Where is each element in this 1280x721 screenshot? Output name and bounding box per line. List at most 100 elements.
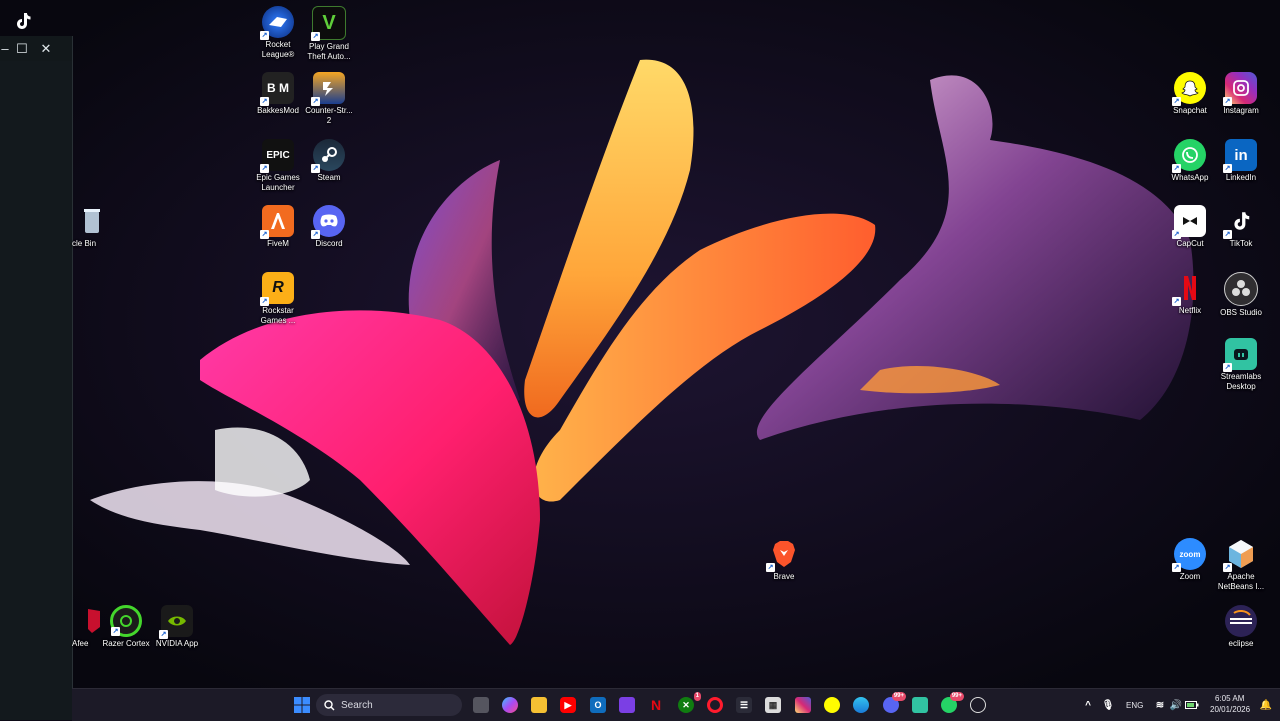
nvidia-app-label: NVIDIA App (155, 639, 199, 648)
notifications-bell-icon[interactable]: 🔔 (1258, 697, 1274, 713)
zoom-label: Zoom (1179, 572, 1201, 581)
linkedin-icon: in ↗ (1223, 139, 1257, 173)
netflix-label: Netflix (1178, 306, 1202, 315)
volume-icon[interactable]: 🔊 (1168, 697, 1184, 713)
desktop-icon-tiktok[interactable]: ↗ TikTok (1215, 205, 1267, 249)
proton-vpn-icon[interactable] (619, 697, 635, 713)
rockstar-label: Rockstar Games ... (260, 306, 296, 325)
opera-gx-icon[interactable] (707, 697, 723, 713)
chatgpt-icon[interactable] (970, 697, 986, 713)
eclipse-icon (1225, 605, 1257, 637)
razer-cortex-icon: ↗ (110, 605, 142, 637)
task-view-icon[interactable] (473, 697, 489, 713)
outlook-icon[interactable]: O (590, 697, 606, 713)
window-titlebar: – ☐ ✕ (0, 36, 72, 61)
fivem-icon: ↗ (260, 205, 294, 239)
microphone-icon[interactable]: 🎙 (1100, 697, 1116, 713)
rocket-league-icon: ↗ (260, 6, 294, 40)
desktop-icon-steam[interactable]: ↗ Steam (303, 139, 355, 183)
recycle-bin-icon (76, 205, 108, 237)
desktop-icon-recycle-bin[interactable]: cle Bin (66, 205, 118, 249)
tiktok-icon (17, 13, 31, 29)
netbeans-icon: ↗ (1223, 538, 1257, 572)
clock-time[interactable]: 6:05 AM (1215, 694, 1244, 703)
bakkesmod-glyph: B M (267, 81, 289, 95)
desktop-icon-discord[interactable]: ↗ Discord (303, 205, 355, 249)
wifi-icon[interactable]: ≋ (1152, 697, 1168, 713)
desktop-icon-epic-games[interactable]: EPIC ↗ Epic Games Launcher (252, 139, 304, 192)
taskbar: Search ▶ O N ✕ 1 ☰ ▦ 99+ 99+ ^ 🎙 ENG ≋ 🔊 … (72, 688, 1280, 721)
microsoft-store-icon[interactable]: ▦ (765, 697, 781, 713)
desktop-icon-capcut[interactable]: ↗ CapCut (1164, 205, 1216, 249)
desktop-icon-eclipse[interactable]: eclipse (1215, 605, 1267, 649)
gta-glyph: V (322, 11, 336, 34)
desktop-icon-gta[interactable]: V ↗ Play Grand Theft Auto... (303, 6, 355, 61)
whatsapp-taskbar-icon[interactable]: 99+ (941, 692, 964, 713)
maximize-button[interactable]: ☐ (10, 36, 34, 61)
epic-glyph: EPIC (266, 149, 290, 161)
brave-label: Brave (773, 572, 795, 581)
file-explorer-icon[interactable] (531, 697, 547, 713)
tiktok-app-icon[interactable] (12, 10, 34, 32)
search-placeholder: Search (341, 699, 373, 711)
close-button[interactable]: ✕ (34, 36, 58, 61)
search-icon (324, 699, 335, 710)
search-input[interactable]: Search (316, 694, 462, 716)
instagram-taskbar-icon[interactable] (795, 697, 811, 713)
xbox-badge: 1 (693, 692, 701, 701)
epic-games-icon: EPIC ↗ (260, 139, 294, 173)
eclipse-label: eclipse (1228, 639, 1254, 648)
tiktok-label: TikTok (1229, 239, 1253, 248)
netflix-taskbar-icon[interactable]: N (648, 697, 664, 713)
xbox-icon[interactable]: ✕ 1 (678, 692, 701, 713)
zoom-glyph: zoom (1179, 549, 1201, 559)
minimize-button[interactable]: – (0, 36, 10, 61)
bakkesmod-icon: B M ↗ (260, 72, 294, 106)
desktop-icon-netbeans[interactable]: ↗ Apache NetBeans I... (1215, 538, 1267, 591)
desktop-icon-netflix[interactable]: ↗ Netflix (1164, 272, 1216, 316)
steam-icon: ↗ (311, 139, 345, 173)
copilot-icon[interactable] (502, 697, 518, 713)
desktop-icon-obs-studio[interactable]: OBS Studio (1215, 272, 1267, 318)
youtube-icon[interactable]: ▶ (560, 697, 576, 713)
app-icon-striped[interactable]: ☰ (736, 697, 752, 713)
counter-strike-icon: ↗ (311, 72, 345, 106)
desktop-icon-linkedin[interactable]: in ↗ LinkedIn (1215, 139, 1267, 183)
whatsapp-badge: 99+ (949, 692, 964, 701)
whatsapp-label: WhatsApp (1171, 173, 1209, 182)
snapchat-taskbar-icon[interactable] (824, 697, 840, 713)
desktop-icon-nvidia-app[interactable]: ↗ NVIDIA App (151, 605, 203, 649)
steam-label: Steam (317, 173, 341, 182)
bakkesmod-label: BakkesMod (257, 106, 299, 115)
rockstar-glyph: R (272, 279, 284, 296)
desktop-icon-rocket-league[interactable]: ↗ Rocket League® (252, 6, 304, 59)
desktop-icon-whatsapp[interactable]: ↗ WhatsApp (1164, 139, 1216, 183)
edge-icon[interactable] (853, 697, 869, 713)
desktop-icon-instagram[interactable]: ↗ Instagram (1215, 72, 1267, 116)
desktop-icon-brave[interactable]: ↗ Brave (758, 538, 810, 582)
start-button[interactable] (294, 697, 310, 713)
discord-taskbar-icon[interactable]: 99+ (883, 692, 906, 713)
streamlabs-label: Streamlabs Desktop (1220, 372, 1262, 391)
desktop-icon-counter-strike[interactable]: ↗ Counter-Str... 2 (303, 72, 355, 125)
netbeans-label: Apache NetBeans I... (1217, 572, 1265, 591)
capcut-icon: ↗ (1172, 205, 1206, 239)
rocket-league-label: Rocket League® (261, 40, 295, 59)
capcut-label: CapCut (1176, 239, 1204, 248)
desktop-icon-snapchat[interactable]: ↗ Snapchat (1164, 72, 1216, 116)
battery-icon[interactable] (1184, 697, 1200, 713)
desktop-icon-razer-cortex[interactable]: ↗ Razer Cortex (100, 605, 152, 649)
desktop-icon-fivem[interactable]: ↗ FiveM (252, 205, 304, 249)
desktop-icon-rockstar[interactable]: R ↗ Rockstar Games ... (252, 272, 304, 325)
brave-icon: ↗ (766, 538, 800, 572)
rockstar-icon: R ↗ (260, 272, 294, 306)
streamlabs-taskbar-icon[interactable] (912, 697, 928, 713)
show-hidden-icons-chevron-icon[interactable]: ^ (1080, 697, 1096, 713)
desktop-icon-zoom[interactable]: zoom ↗ Zoom (1164, 538, 1216, 582)
instagram-icon: ↗ (1223, 72, 1257, 106)
clock-date[interactable]: 20/01/2026 (1210, 705, 1250, 714)
desktop-icon-streamlabs[interactable]: ↗ Streamlabs Desktop (1215, 338, 1267, 391)
language-indicator[interactable]: ENG (1126, 701, 1143, 710)
razer-cortex-label: Razer Cortex (102, 639, 150, 648)
desktop-icon-bakkesmod[interactable]: B M ↗ BakkesMod (252, 72, 304, 116)
